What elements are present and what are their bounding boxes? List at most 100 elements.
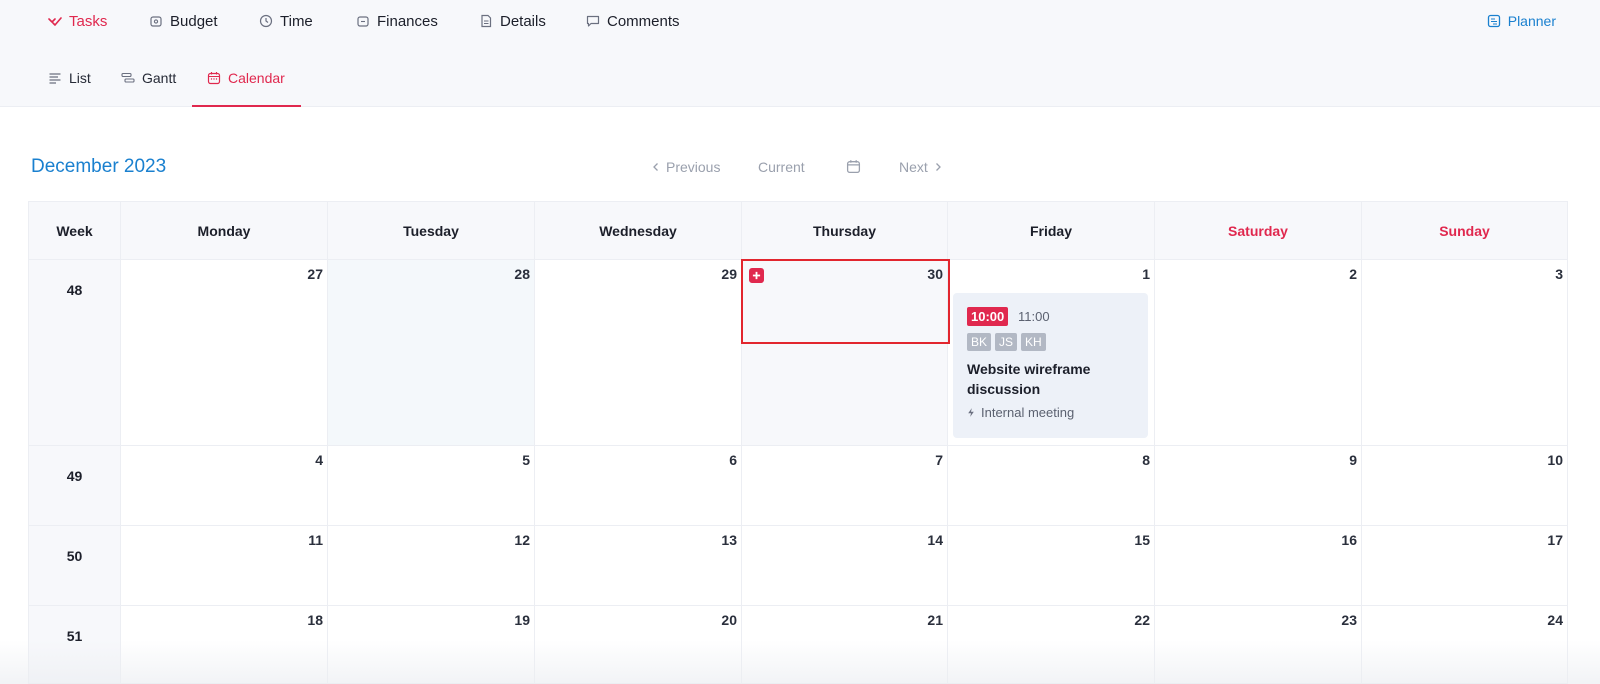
header-thursday: Thursday <box>741 201 947 260</box>
event-attendees: BK JS KH <box>967 333 1046 351</box>
planner-label: Planner <box>1507 13 1556 29</box>
day-cell[interactable]: 15 <box>947 526 1154 606</box>
day-cell[interactable]: 21 <box>741 606 947 684</box>
day-cell[interactable]: 3 <box>1361 260 1568 446</box>
day-cell[interactable]: 12 <box>327 526 534 606</box>
event-type-label: Internal meeting <box>981 405 1075 420</box>
next-button[interactable]: Next <box>899 159 943 175</box>
week-number: 50 <box>28 526 120 606</box>
calendar-picker-icon <box>846 160 861 174</box>
current-label: Current <box>758 159 805 175</box>
day-cell[interactable]: 5 <box>327 446 534 526</box>
day-number: 12 <box>514 532 530 548</box>
day-number: 16 <box>1341 532 1357 548</box>
header-saturday: Saturday <box>1154 201 1361 260</box>
tab-budget[interactable]: Budget <box>149 0 218 42</box>
day-cell[interactable]: 27 <box>120 260 327 446</box>
top-navigation: Tasks Budget Time Finances Details Comme… <box>0 0 1600 50</box>
day-cell[interactable]: 10 <box>1361 446 1568 526</box>
calendar-icon <box>207 72 221 85</box>
day-number: 15 <box>1134 532 1150 548</box>
day-cell[interactable]: 17 <box>1361 526 1568 606</box>
previous-button[interactable]: Previous <box>651 159 720 175</box>
day-number: 9 <box>1349 452 1357 468</box>
day-cell[interactable]: 2 <box>1154 260 1361 446</box>
header-sunday: Sunday <box>1361 201 1568 260</box>
tab-gantt-label: Gantt <box>142 70 177 86</box>
document-icon <box>481 14 492 28</box>
attendee-avatar: BK <box>967 333 992 351</box>
next-label: Next <box>899 159 928 175</box>
current-button[interactable]: Current <box>758 159 805 175</box>
week-number: 49 <box>28 446 120 526</box>
day-cell[interactable]: 4 <box>120 446 327 526</box>
view-switcher: List Gantt Calendar <box>0 50 1600 107</box>
header-wednesday: Wednesday <box>534 201 741 260</box>
day-number: 10 <box>1547 452 1563 468</box>
budget-icon <box>150 16 162 27</box>
day-cell[interactable]: 20 <box>534 606 741 684</box>
day-cell[interactable]: 24 <box>1361 606 1568 684</box>
day-number: 2 <box>1349 266 1357 282</box>
day-cell[interactable]: 7 <box>741 446 947 526</box>
tab-comments[interactable]: Comments <box>586 0 680 42</box>
tab-finances[interactable]: Finances <box>356 0 438 42</box>
finances-icon <box>357 16 369 27</box>
header-friday: Friday <box>947 201 1154 260</box>
day-number: 1 <box>1142 266 1150 282</box>
event-type: Internal meeting <box>967 405 1074 420</box>
attendee-avatar: JS <box>995 333 1018 351</box>
day-cell[interactable]: 23 <box>1154 606 1361 684</box>
tab-time[interactable]: Time <box>259 0 313 42</box>
day-number: 18 <box>307 612 323 628</box>
header-monday: Monday <box>120 201 327 260</box>
clock-icon <box>259 14 273 28</box>
day-number: 19 <box>514 612 530 628</box>
day-cell[interactable]: 11 <box>120 526 327 606</box>
day-number: 6 <box>729 452 737 468</box>
week-number: 48 <box>28 260 120 446</box>
tab-tasks[interactable]: Tasks <box>48 0 107 42</box>
day-number: 27 <box>307 266 323 282</box>
day-number: 4 <box>315 452 323 468</box>
day-cell[interactable]: 9 <box>1154 446 1361 526</box>
planner-link[interactable]: Planner <box>1487 0 1556 42</box>
day-number: 5 <box>522 452 530 468</box>
day-cell[interactable]: 18 <box>120 606 327 684</box>
day-number: 8 <box>1142 452 1150 468</box>
day-cell[interactable]: 29 <box>534 260 741 446</box>
tab-details[interactable]: Details <box>479 0 546 42</box>
day-cell[interactable]: 8 <box>947 446 1154 526</box>
day-number: 13 <box>721 532 737 548</box>
header-tuesday: Tuesday <box>327 201 534 260</box>
day-cell[interactable]: 6 <box>534 446 741 526</box>
tab-gantt[interactable]: Gantt <box>121 50 176 106</box>
tab-calendar[interactable]: Calendar <box>207 50 285 106</box>
day-number: 17 <box>1547 532 1563 548</box>
tab-list[interactable]: List <box>48 50 91 106</box>
tab-finances-label: Finances <box>377 12 438 30</box>
event-end-time: 11:00 <box>1018 309 1050 324</box>
comment-icon <box>586 15 600 27</box>
day-cell[interactable]: 14 <box>741 526 947 606</box>
tab-comments-label: Comments <box>607 12 680 30</box>
day-number: 11 <box>308 532 323 548</box>
previous-label: Previous <box>666 159 721 175</box>
week-number: 51 <box>28 606 120 684</box>
day-number: 3 <box>1555 266 1563 282</box>
tab-budget-label: Budget <box>170 12 218 30</box>
day-cell[interactable]: 22 <box>947 606 1154 684</box>
tab-list-label: List <box>69 70 91 86</box>
day-number: 21 <box>927 612 943 628</box>
add-event-button[interactable] <box>749 268 764 283</box>
month-title: December 2023 <box>31 156 167 177</box>
day-cell[interactable]: 19 <box>327 606 534 684</box>
day-cell[interactable]: 28 <box>327 260 534 446</box>
tab-calendar-label: Calendar <box>228 70 285 86</box>
day-cell[interactable]: 13 <box>534 526 741 606</box>
gantt-icon <box>121 72 135 83</box>
date-picker-button[interactable] <box>846 159 861 174</box>
header-week: Week <box>28 201 120 260</box>
event-card[interactable]: 10:00 11:00 BK JS KH Website wireframe d… <box>953 293 1148 438</box>
day-cell[interactable]: 16 <box>1154 526 1361 606</box>
